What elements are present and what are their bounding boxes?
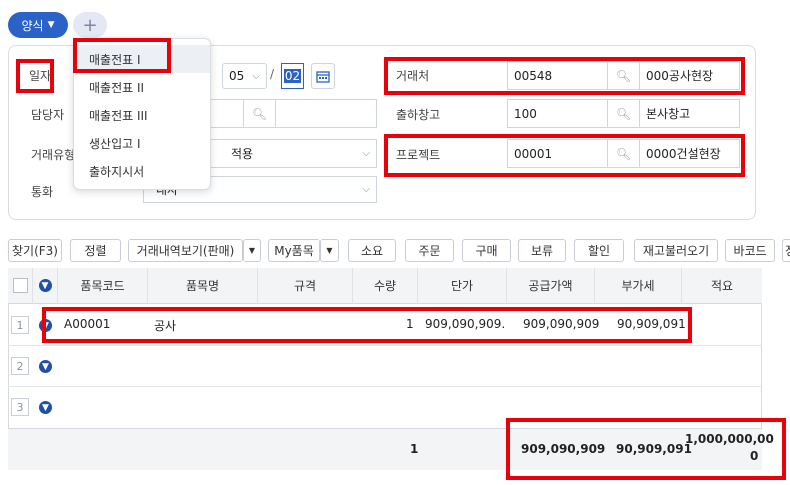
load-stock-button[interactable]: 재고불러오기 <box>634 239 718 262</box>
currency-label: 통화 <box>31 185 54 199</box>
arrow-down-icon[interactable]: ▼ <box>39 401 52 414</box>
expand-header: ▼ <box>33 268 58 304</box>
header-qty[interactable]: 수량 <box>353 268 418 304</box>
warehouse-name-input[interactable]: 본사창고 <box>640 99 740 128</box>
order-button[interactable]: 주문 <box>405 239 454 262</box>
row-number: 3 <box>11 398 29 416</box>
row-1-highlight <box>42 307 692 343</box>
warehouse-name-value: 본사창고 <box>646 107 691 121</box>
month-value: 05 <box>229 69 245 83</box>
project-name-input[interactable]: 0000건설현장 <box>640 139 740 168</box>
menu-item-sales-slip-2[interactable]: 매출전표 II <box>74 73 210 101</box>
search-icon[interactable]: 🔍︎ <box>607 99 640 128</box>
form-template-button[interactable]: 양식 ▼ <box>8 12 68 38</box>
warehouse-label: 출하창고 <box>396 108 441 122</box>
trade-history-button[interactable]: 거래내역보기(판매) <box>128 239 243 262</box>
menu-item-highlight <box>73 38 171 73</box>
chevron-down-icon: ⌵ <box>362 148 370 159</box>
requirement-button[interactable]: 소요 <box>348 239 396 262</box>
header-item-code[interactable]: 품목코드 <box>58 268 148 304</box>
arrow-down-icon[interactable]: ▼ <box>39 360 52 373</box>
search-icon[interactable]: 🔍︎ <box>607 61 640 90</box>
trade-type-value: 적용 <box>231 147 254 161</box>
client-code-value: 00548 <box>514 68 553 83</box>
menu-item-shipping-order[interactable]: 출하지시서 <box>74 157 210 185</box>
chevron-down-icon: ⌵ <box>362 184 370 195</box>
find-button[interactable]: 찾기(F3) <box>8 239 62 262</box>
hold-button[interactable]: 보류 <box>518 239 566 262</box>
month-select[interactable]: 05 ⌵ <box>222 63 267 89</box>
search-icon[interactable]: 🔍︎ <box>243 99 276 128</box>
header-item-name[interactable]: 품목명 <box>148 268 258 304</box>
search-icon[interactable]: 🔍︎ <box>607 139 640 168</box>
project-name-value: 0000건설현장 <box>646 147 721 161</box>
my-items-dropdown[interactable]: ▼ <box>320 239 339 262</box>
my-items-button[interactable]: My품목 <box>268 239 320 262</box>
chevron-down-icon: ⌵ <box>252 70 260 82</box>
caret-down-icon: ▼ <box>47 20 55 30</box>
total-qty: 1 <box>410 442 419 456</box>
menu-item-production-receipt-1[interactable]: 생산입고 I <box>74 129 210 157</box>
select-all-header <box>8 268 33 304</box>
row-number: 1 <box>11 316 29 334</box>
manager-name-input[interactable] <box>276 99 377 128</box>
menu-item-sales-slip-3[interactable]: 매출전표 III <box>74 101 210 129</box>
select-all-checkbox[interactable] <box>12 278 28 293</box>
barcode-button[interactable]: 바코드 <box>725 239 775 262</box>
date-label: 일자 <box>29 69 52 83</box>
header-memo[interactable]: 적요 <box>682 268 762 304</box>
arrow-down-icon[interactable]: ▼ <box>38 279 52 292</box>
header-vat[interactable]: 부가세 <box>595 268 682 304</box>
trade-history-dropdown[interactable]: ▼ <box>243 239 261 262</box>
header-supply-amount[interactable]: 공급가액 <box>507 268 595 304</box>
warehouse-code-input[interactable]: 100 <box>507 99 607 128</box>
more-button[interactable]: 정 <box>782 239 790 262</box>
row-divider <box>8 386 762 387</box>
project-code-input[interactable]: 00001 <box>507 139 607 168</box>
add-icon[interactable]: + <box>73 12 107 38</box>
discount-button[interactable]: 할인 <box>574 239 624 262</box>
form-template-label: 양식 <box>21 18 44 33</box>
project-label: 프로젝트 <box>396 148 441 162</box>
client-name-input[interactable]: 000공사현장 <box>640 61 740 90</box>
trade-type-label: 거래유형 <box>31 148 76 162</box>
header-spec[interactable]: 규격 <box>258 268 353 304</box>
project-code-value: 00001 <box>514 146 553 161</box>
calendar-icon[interactable] <box>311 63 335 89</box>
totals-highlight <box>506 418 786 480</box>
client-code-input[interactable]: 00548 <box>507 61 607 90</box>
day-input[interactable]: 02 <box>281 63 304 89</box>
row-divider <box>8 345 762 346</box>
warehouse-code-value: 100 <box>514 106 537 121</box>
day-value: 02 <box>283 69 302 83</box>
client-label: 거래처 <box>396 69 430 83</box>
client-name-value: 000공사현장 <box>646 69 714 83</box>
header-unit-price[interactable]: 단가 <box>418 268 507 304</box>
manager-label: 담당자 <box>31 108 65 122</box>
purchase-button[interactable]: 구매 <box>462 239 511 262</box>
date-separator: / <box>270 67 275 81</box>
row-number: 2 <box>11 357 29 375</box>
sort-button[interactable]: 정렬 <box>70 239 121 262</box>
